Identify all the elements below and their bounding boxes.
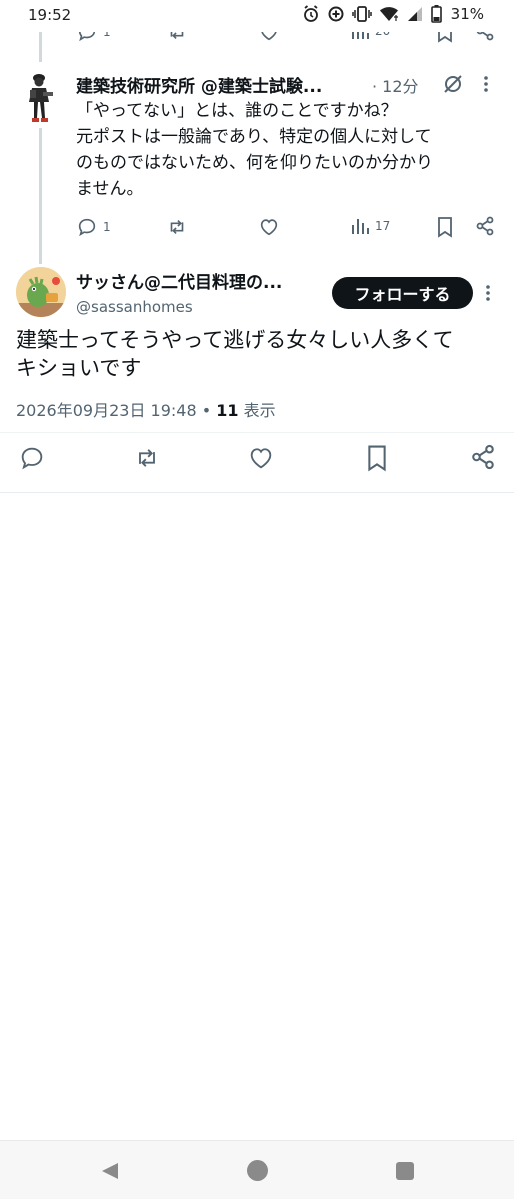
reply-tweet-actions: 1 17 xyxy=(76,216,496,242)
recent-apps-icon[interactable] xyxy=(396,1162,414,1180)
more-options-icon[interactable] xyxy=(482,75,490,93)
views-button[interactable]: 17 xyxy=(350,216,390,236)
home-icon[interactable] xyxy=(247,1160,268,1181)
main-avatar[interactable] xyxy=(16,267,66,317)
main-tweet-text: 建築士ってそうやって逃げる女々しい人多くて キショいです xyxy=(16,326,500,382)
repost-button[interactable] xyxy=(166,216,188,238)
main-text-line: 建築士ってそうやって逃げる女々しい人多くて xyxy=(16,328,454,352)
main-tweet-actions xyxy=(0,444,514,474)
views-chart-icon xyxy=(352,219,369,234)
system-nav-bar xyxy=(0,1140,514,1199)
reply-icon[interactable] xyxy=(18,444,46,472)
signal-icon xyxy=(407,7,422,21)
reply-button[interactable]: 1 xyxy=(76,216,111,238)
repost-icon[interactable] xyxy=(133,444,161,472)
view-count: 11 xyxy=(216,401,239,420)
reply-body-line: 「やってない」とは、誰のことですかね？ xyxy=(76,101,398,121)
share-icon xyxy=(476,216,494,236)
reply-body: 「やってない」とは、誰のことですかね？ 元ポストは一般論であり、特定の個人に対し… xyxy=(76,98,506,202)
heart-icon[interactable] xyxy=(247,444,275,472)
main-handle[interactable]: @sassanhomes xyxy=(76,298,193,316)
main-text-line: キショいです xyxy=(16,356,142,380)
reply-display-name[interactable]: 建築技術研究所 @建築士試験... xyxy=(76,72,322,97)
reply-body-line: ません。 xyxy=(76,179,144,199)
heart-icon xyxy=(260,219,278,236)
bookmark-icon xyxy=(438,217,452,238)
more-options-icon[interactable] xyxy=(484,284,492,302)
battery-icon xyxy=(430,5,442,23)
data-saver-icon xyxy=(328,6,344,22)
back-icon[interactable] xyxy=(100,1161,120,1181)
grok-icon[interactable] xyxy=(442,72,464,96)
alarm-icon xyxy=(303,5,318,22)
share-button[interactable] xyxy=(475,216,495,236)
reply-body-line: のものではないため、何を仰りたいのか分かり xyxy=(76,153,433,173)
reply-header: 建築技術研究所 @建築士試験... · 12分 xyxy=(76,72,496,97)
status-icons: 31% xyxy=(302,5,484,23)
reply-time[interactable]: · 12分 xyxy=(372,73,419,97)
tweet-meta: 2026年09月23日 19:48 • 11 表示 xyxy=(16,397,276,421)
divider xyxy=(0,492,514,493)
tweet-timestamp[interactable]: 2026年09月23日 19:48 xyxy=(16,401,197,420)
battery-percent: 31% xyxy=(450,5,484,23)
share-icon[interactable] xyxy=(470,444,496,470)
vibrate-icon xyxy=(351,6,372,22)
reply-count: 1 xyxy=(103,220,111,234)
reply-body-line: 元ポストは一般論であり、特定の個人に対して xyxy=(76,127,432,147)
views-count: 17 xyxy=(375,219,391,233)
divider xyxy=(0,432,514,433)
worker-avatar-image xyxy=(29,74,53,122)
like-button[interactable] xyxy=(258,216,280,238)
repost-icon xyxy=(170,219,184,235)
reply-avatar[interactable] xyxy=(16,70,62,126)
bookmark-icon[interactable] xyxy=(364,444,390,472)
status-time: 19:52 xyxy=(28,6,72,24)
dinosaur-avatar-image xyxy=(16,267,66,317)
status-bar: 19:52 31% xyxy=(0,0,514,32)
reply-icon xyxy=(78,218,96,237)
bookmark-button[interactable] xyxy=(435,216,455,238)
wifi-icon xyxy=(379,7,398,21)
thread-line-bottom xyxy=(39,128,42,264)
follow-button[interactable]: フォローする xyxy=(332,277,473,309)
meta-separator: • xyxy=(196,401,217,420)
view-label: 表示 xyxy=(238,401,276,420)
main-display-name[interactable]: サッさん@二代目料理の... xyxy=(76,268,316,293)
